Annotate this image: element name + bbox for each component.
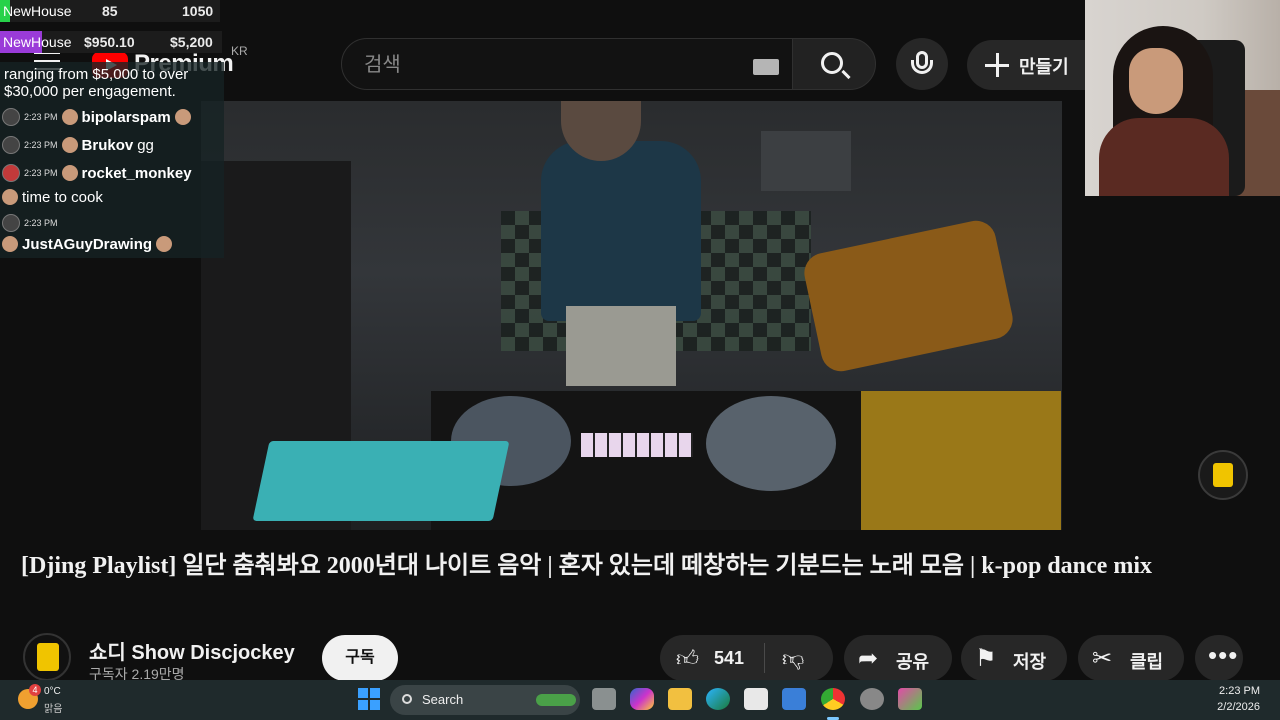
- country-code: KR: [231, 44, 248, 58]
- save-label: 저장: [1013, 652, 1047, 672]
- create-button[interactable]: 만들기: [967, 40, 1085, 90]
- taskbar-date[interactable]: 2/2/2026: [1204, 701, 1260, 713]
- taskbar-search[interactable]: Search: [390, 685, 580, 715]
- stat-value: 1050: [182, 3, 214, 19]
- chat-message: 2:23 PM Brukov gg: [2, 134, 154, 156]
- notification-badge: 4: [29, 684, 41, 696]
- chat-username: Brukov: [81, 136, 134, 154]
- thumbs-up-icon[interactable]: 👍︎: [676, 645, 699, 672]
- clip-label: 클립: [1130, 652, 1164, 672]
- taskbar-time[interactable]: 2:23 PM: [1216, 685, 1260, 697]
- clip-button[interactable]: ✂ 클립: [1078, 635, 1184, 681]
- badge-icon: [61, 165, 78, 181]
- chat-text: gg: [137, 136, 154, 154]
- bookmark-icon: ⚑: [975, 645, 997, 672]
- chat-message: 2:23 PM: [2, 212, 58, 234]
- chat-message-continued: time to cook: [2, 186, 103, 208]
- share-button[interactable]: ➦ 공유: [844, 635, 952, 681]
- chat-username: rocket_monkey: [81, 164, 192, 182]
- orange-chair: [800, 217, 1017, 375]
- chat-message: 2:23 PM rocket_monkey: [2, 162, 192, 184]
- more-actions-button[interactable]: •••: [1195, 635, 1243, 681]
- stat-tag: NewHouse: [0, 31, 75, 53]
- stat-value: $5,200: [170, 34, 213, 50]
- share-label: 공유: [896, 652, 930, 672]
- user-avatar-icon: [2, 136, 20, 154]
- more-horizontal-icon: •••: [1208, 640, 1239, 670]
- performance-pads: [581, 433, 693, 457]
- voice-search-button[interactable]: [896, 38, 948, 90]
- chat-time: 2:23 PM: [24, 112, 58, 122]
- stat-value: 85: [102, 3, 118, 19]
- chat-time: 2:23 PM: [24, 218, 58, 228]
- user-avatar-icon: [2, 164, 20, 182]
- user-avatar-icon: [2, 214, 20, 232]
- emote-icon: [156, 236, 173, 252]
- stat-value: $950.10: [84, 34, 135, 50]
- channel-watermark-icon[interactable]: [1198, 450, 1248, 500]
- search-highlight-icon: [536, 694, 576, 706]
- chat-username: JustAGuyDrawing: [22, 235, 153, 253]
- search-box: [341, 38, 793, 90]
- app-icon[interactable]: [898, 688, 922, 710]
- task-view-icon[interactable]: [592, 688, 616, 710]
- badge-icon: [61, 137, 78, 153]
- like-dislike-group: 👍︎ 541 👎︎: [660, 635, 833, 681]
- chat-time: 2:23 PM: [24, 168, 58, 178]
- share-icon: ➦: [858, 645, 879, 672]
- chat-text: time to cook: [22, 188, 103, 206]
- copilot-icon[interactable]: [630, 688, 654, 710]
- windows-start-icon[interactable]: [358, 688, 380, 710]
- chat-time: 2:23 PM: [24, 140, 58, 150]
- laptop: [252, 441, 510, 521]
- turntable-right: [706, 396, 836, 491]
- emote-icon: [174, 109, 191, 125]
- save-button[interactable]: ⚑ 저장: [961, 635, 1067, 681]
- app-icon[interactable]: [782, 688, 806, 710]
- channel-avatar[interactable]: [23, 633, 71, 681]
- search-input[interactable]: [364, 53, 724, 77]
- edge-icon[interactable]: [706, 688, 730, 710]
- windows-taskbar: 4 0°C 맑음 Search 2:23 PM 2/2/2026: [0, 680, 1280, 720]
- stat-tag: NewHouse: [0, 0, 75, 22]
- subscribe-button[interactable]: 구독: [322, 635, 398, 681]
- badge-icon: [2, 236, 18, 252]
- chat-username: bipolarspam: [81, 108, 171, 126]
- streamer-face: [1129, 48, 1183, 114]
- weather-temperature[interactable]: 0°C: [44, 686, 61, 697]
- search-button[interactable]: [792, 38, 876, 90]
- create-label: 만들기: [1019, 57, 1069, 77]
- emote-icon: [2, 189, 18, 205]
- chrome-icon[interactable]: [821, 688, 845, 710]
- stat-row: NewHouse $950.10 $5,200: [0, 31, 222, 53]
- video-player[interactable]: [201, 101, 1062, 530]
- scissors-icon: ✂: [1092, 645, 1113, 672]
- dj-person: [541, 141, 701, 321]
- video-title: [Djing Playlist] 일단 춤춰봐요 2000년대 나이트 음악 |…: [21, 553, 1152, 579]
- search-icon: [402, 694, 412, 704]
- keyboard-icon[interactable]: [753, 59, 779, 75]
- search-icon: [821, 52, 843, 74]
- streamer-webcam: [1085, 0, 1280, 196]
- taskbar-search-label: Search: [422, 692, 464, 707]
- like-count[interactable]: 541: [714, 648, 744, 669]
- chat-message: 2:23 PM bipolarspam: [2, 106, 191, 128]
- store-icon[interactable]: [744, 688, 768, 710]
- badge-icon: [61, 109, 78, 125]
- user-avatar-icon: [2, 108, 20, 126]
- app-icon[interactable]: [860, 688, 884, 710]
- file-explorer-icon[interactable]: [668, 688, 692, 710]
- chat-message-partial: ranging from $5,000 to over $30,000 per …: [4, 66, 189, 100]
- weather-condition[interactable]: 맑음: [44, 700, 62, 715]
- channel-name[interactable]: 쇼디 Show Discjockey: [89, 636, 295, 665]
- chat-message-continued: JustAGuyDrawing: [2, 233, 173, 255]
- plus-icon: [985, 53, 1009, 77]
- thumbs-down-icon[interactable]: 👎︎: [782, 645, 804, 672]
- stat-row: NewHouse 85 1050: [0, 0, 220, 22]
- stream-chat-overlay: ranging from $5,000 to over $30,000 per …: [0, 62, 224, 258]
